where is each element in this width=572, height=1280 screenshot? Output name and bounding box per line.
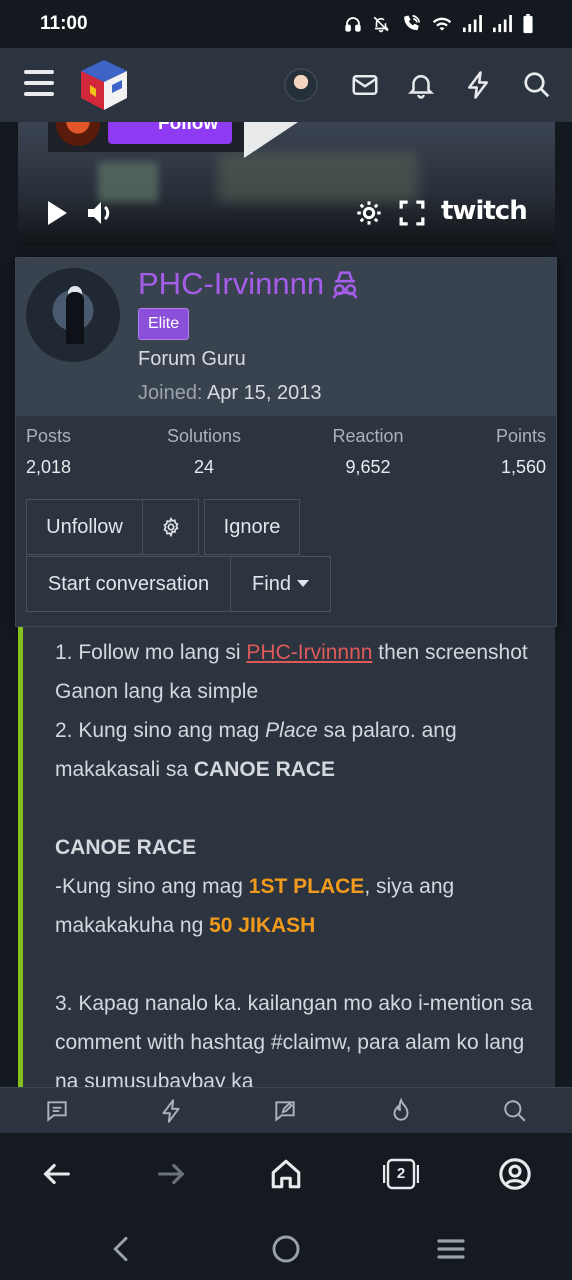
member-joined: Joined: Apr 15, 2013 — [138, 382, 321, 405]
nav-home-icon[interactable] — [270, 1233, 302, 1265]
member-stats: Posts 2,018 Solutions 24 Reaction 9,652 … — [16, 426, 556, 486]
tooltip-arrow — [322, 627, 338, 635]
joined-label: Joined: — [138, 382, 203, 404]
post-line-3: -Kung sino ang mag 1ST PLACE, siya ang m… — [55, 875, 455, 937]
fullscreen-icon[interactable] — [399, 200, 425, 226]
caret-down-icon — [296, 580, 309, 587]
app-header — [0, 48, 572, 122]
browser-toolbar: 2 — [0, 1133, 572, 1217]
volume-icon[interactable] — [86, 200, 114, 226]
nav-recents-icon[interactable] — [435, 1233, 467, 1265]
home-icon[interactable] — [269, 1157, 303, 1191]
bolt-icon[interactable] — [463, 70, 493, 100]
unfollow-button[interactable]: Unfollow — [26, 499, 143, 555]
member-title: Forum Guru — [138, 348, 246, 370]
signal-icon — [463, 15, 482, 33]
mute-icon — [373, 16, 389, 33]
joined-value: Apr 15, 2013 — [206, 382, 322, 404]
member-header: PHC-Irvinnnn Elite Forum Guru Joined: Ap… — [16, 258, 556, 416]
post-line-1: 1. Follow mo lang si PHC-Irvinnnn then s… — [55, 641, 528, 703]
bell-icon[interactable] — [406, 70, 436, 100]
forward-arrow-icon[interactable] — [154, 1157, 188, 1191]
stat-points[interactable]: Points 1,560 — [496, 426, 546, 478]
stat-posts[interactable]: Posts 2,018 — [26, 426, 71, 478]
system-navigation — [0, 1217, 572, 1280]
forum-bottom-nav — [0, 1087, 572, 1133]
tab-count: 2 — [396, 1165, 406, 1182]
gear-icon — [162, 517, 179, 537]
twitch-logo[interactable]: twitch — [441, 196, 528, 226]
user-avatar[interactable] — [284, 68, 318, 102]
site-logo[interactable] — [78, 58, 130, 112]
wifi-icon — [432, 17, 452, 31]
status-icons — [344, 14, 534, 34]
find-label: Find — [252, 572, 291, 595]
incognito-icon — [332, 271, 358, 299]
find-dropdown-button[interactable]: Find — [230, 556, 331, 612]
battery-icon — [523, 14, 533, 34]
trending-icon[interactable] — [388, 1098, 414, 1124]
status-bar: 11:00 — [0, 0, 572, 48]
stat-reaction[interactable]: Reaction 9,652 — [328, 426, 408, 478]
search-icon[interactable] — [522, 70, 552, 100]
inbox-icon[interactable] — [350, 70, 380, 100]
wifi-call-icon — [404, 15, 421, 31]
follow-channel-button[interactable]: Follow — [108, 122, 232, 144]
twitch-video-player[interactable]: Follow twitch — [18, 122, 555, 246]
search-icon[interactable] — [502, 1098, 528, 1124]
back-arrow-icon[interactable] — [40, 1157, 74, 1191]
member-avatar[interactable] — [26, 268, 120, 362]
tabs-button[interactable]: 2 — [383, 1157, 419, 1191]
follow-settings-button[interactable] — [142, 499, 199, 555]
ignore-button[interactable]: Ignore — [204, 499, 300, 555]
member-name[interactable]: PHC-Irvinnnn — [138, 266, 362, 302]
status-time: 11:00 — [40, 13, 88, 34]
post-body: 1. Follow mo lang si PHC-Irvinnnn then s… — [55, 633, 535, 1087]
post-content: 1. Follow mo lang si PHC-Irvinnnn then s… — [18, 627, 555, 1087]
post-line-2: 2. Kung sino ang mag Place sa palaro. an… — [55, 719, 457, 781]
member-badge: Elite — [138, 308, 190, 340]
account-icon[interactable] — [498, 1157, 532, 1191]
forums-icon[interactable] — [44, 1098, 70, 1124]
big-play-icon[interactable] — [240, 122, 300, 158]
member-tooltip-card: PHC-Irvinnnn Elite Forum Guru Joined: Ap… — [15, 257, 557, 627]
settings-icon[interactable] — [355, 199, 383, 227]
post-heading: CANOE RACE — [55, 836, 197, 859]
member-mention-link[interactable]: PHC-Irvinnnn — [246, 641, 372, 664]
whats-new-icon[interactable] — [158, 1098, 184, 1124]
stat-solutions[interactable]: Solutions 24 — [164, 426, 244, 478]
post-line-4: 3. Kapag nanalo ka. kailangan mo ako i-m… — [55, 992, 533, 1087]
new-post-icon[interactable] — [272, 1098, 298, 1124]
menu-icon[interactable] — [24, 70, 54, 96]
signal-icon — [493, 15, 512, 33]
headphones-icon — [345, 17, 361, 32]
nav-back-icon[interactable] — [106, 1233, 138, 1265]
start-conversation-button[interactable]: Start conversation — [26, 556, 231, 612]
play-icon[interactable] — [46, 200, 68, 226]
